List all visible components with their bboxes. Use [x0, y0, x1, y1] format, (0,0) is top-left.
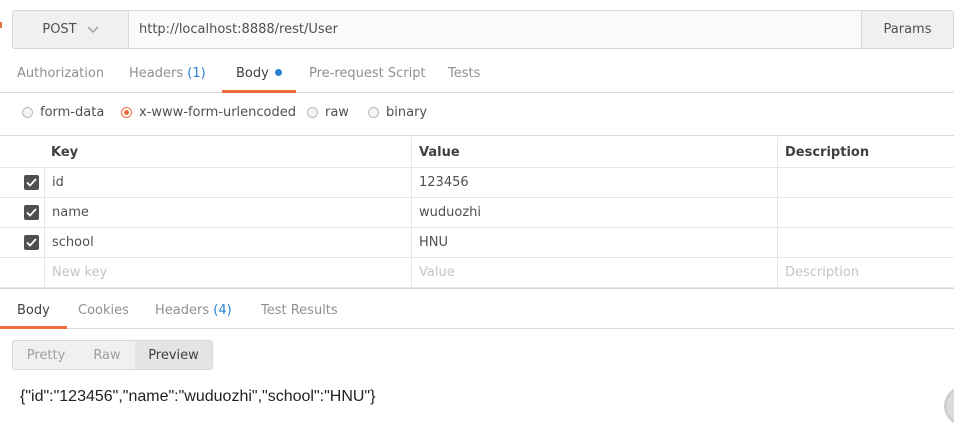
new-value-input[interactable]: Value	[411, 258, 777, 287]
key-cell[interactable]: name	[44, 198, 411, 227]
description-cell[interactable]	[777, 198, 954, 227]
tab-count: (1)	[187, 66, 206, 81]
row-check-cell	[0, 168, 44, 197]
tab-label: Authorization	[17, 66, 105, 81]
params-table: Key Value Description id 123456 name wud…	[0, 137, 954, 288]
table-header-row: Key Value Description	[0, 137, 954, 168]
modified-dot-icon	[274, 69, 282, 76]
header-description: Description	[777, 137, 954, 167]
tab-response-body[interactable]: Body	[0, 293, 67, 329]
checkbox-checked-icon[interactable]	[23, 235, 39, 250]
view-mode-group: Pretty Raw Preview	[12, 340, 213, 370]
new-key-input[interactable]: New key	[44, 258, 411, 287]
description-cell[interactable]	[777, 228, 954, 257]
new-row: New key Value Description	[0, 258, 954, 288]
radio-form-data[interactable]: form-data	[22, 96, 104, 128]
tab-authorization[interactable]: Authorization	[17, 56, 104, 92]
radio-label: x-www-form-urlencoded	[139, 104, 297, 120]
floating-action-circle[interactable]	[944, 386, 954, 426]
key-cell[interactable]: id	[44, 168, 411, 197]
tab-label: Headers	[155, 303, 210, 318]
tab-pre-request-script[interactable]: Pre-request Script	[309, 56, 426, 92]
radio-label: raw	[325, 104, 349, 120]
radio-binary[interactable]: binary	[368, 96, 427, 128]
response-body-text: {"id":"123456","name":"wuduozhi","school…	[20, 388, 376, 405]
checkbox-checked-icon[interactable]	[23, 175, 39, 190]
header-check-cell	[0, 137, 44, 167]
header-value: Value	[411, 137, 777, 167]
chevron-down-icon	[87, 24, 99, 36]
tab-label: Test Results	[261, 303, 338, 318]
url-input[interactable]	[129, 11, 861, 48]
radio-raw[interactable]: raw	[307, 96, 349, 128]
preview-button[interactable]: Preview	[135, 341, 212, 369]
tab-label: Body	[17, 303, 50, 318]
radio-x-www-form-urlencoded[interactable]: x-www-form-urlencoded	[121, 96, 296, 128]
description-cell[interactable]	[777, 168, 954, 197]
key-cell[interactable]: school	[44, 228, 411, 257]
radio-label: form-data	[40, 104, 105, 120]
radio-off-icon	[307, 106, 318, 118]
sidebar-edge-marker	[0, 22, 3, 28]
raw-button[interactable]: Raw	[79, 341, 135, 369]
tab-count: (4)	[213, 303, 232, 318]
tab-headers[interactable]: Headers (1)	[129, 56, 206, 92]
new-description-input[interactable]: Description	[777, 258, 954, 287]
params-button[interactable]: Params	[861, 11, 953, 48]
checkbox-checked-icon[interactable]	[23, 205, 39, 220]
radio-label: binary	[386, 104, 428, 120]
tab-tests[interactable]: Tests	[448, 56, 480, 92]
row-check-cell	[0, 228, 44, 257]
value-cell[interactable]: 123456	[411, 168, 777, 197]
tab-body[interactable]: Body	[222, 56, 296, 93]
tab-label: Cookies	[78, 303, 129, 318]
table-row: school HNU	[0, 228, 954, 258]
table-bottom-border	[0, 288, 954, 289]
pretty-button[interactable]: Pretty	[13, 341, 79, 369]
value-cell[interactable]: HNU	[411, 228, 777, 257]
tab-response-headers[interactable]: Headers (4)	[155, 293, 232, 328]
request-url-bar: POST Params	[12, 10, 954, 49]
table-row: name wuduozhi	[0, 198, 954, 228]
tab-label: Headers	[129, 66, 184, 81]
tab-label: Pre-request Script	[309, 66, 426, 81]
tab-cookies[interactable]: Cookies	[78, 293, 129, 328]
body-type-options: form-data x-www-form-urlencoded raw bina…	[0, 96, 954, 136]
tab-label: Tests	[448, 66, 481, 81]
row-check-cell	[0, 258, 44, 287]
request-tabs: Authorization Headers (1) Body Pre-reque…	[0, 56, 954, 93]
table-row: id 123456	[0, 168, 954, 198]
radio-off-icon	[22, 106, 33, 118]
tab-test-results[interactable]: Test Results	[261, 293, 338, 328]
value-cell[interactable]: wuduozhi	[411, 198, 777, 227]
method-label: POST	[42, 22, 77, 37]
radio-on-icon	[121, 106, 132, 118]
radio-off-icon	[368, 106, 379, 118]
row-check-cell	[0, 198, 44, 227]
header-key: Key	[51, 144, 79, 160]
tab-label: Body	[236, 66, 269, 81]
method-dropdown[interactable]: POST	[13, 11, 129, 48]
response-tabs: Body Cookies Headers (4) Test Results	[0, 293, 954, 329]
